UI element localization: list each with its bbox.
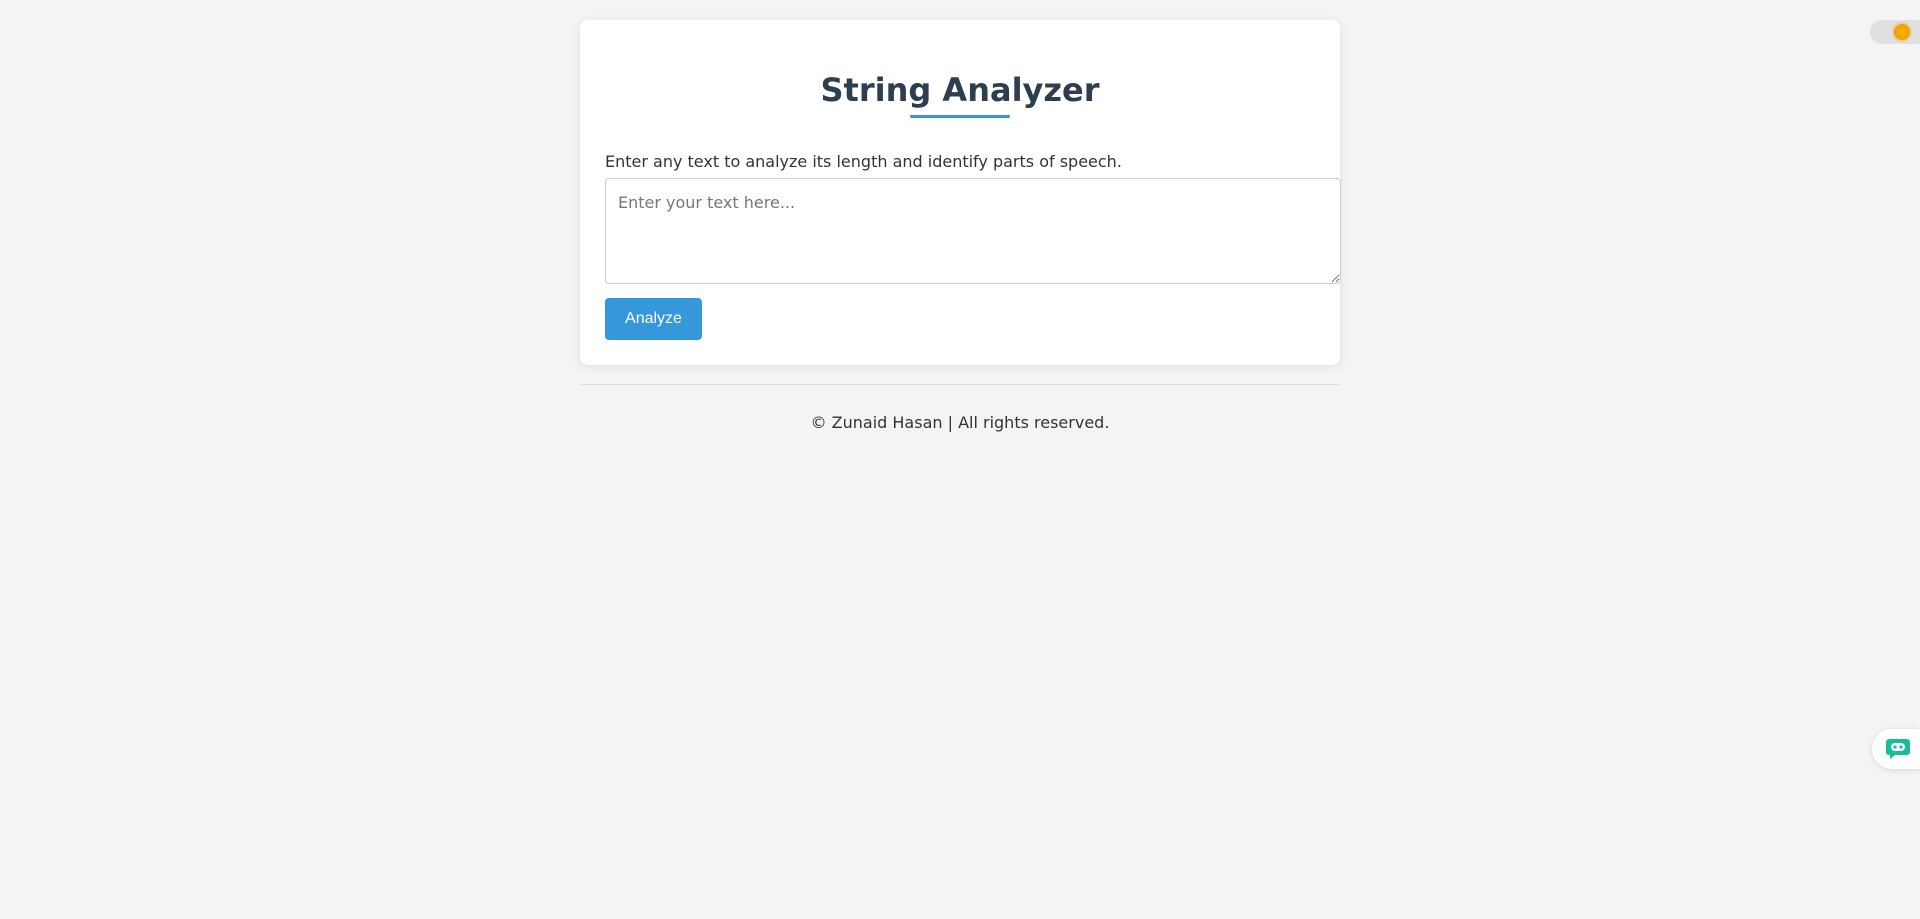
- title-underline: [910, 115, 1010, 118]
- sun-icon: [1894, 24, 1910, 40]
- text-input[interactable]: [605, 178, 1341, 284]
- page-title: String Analyzer: [820, 71, 1100, 109]
- analyzer-card: String Analyzer Enter any text to analyz…: [580, 20, 1341, 365]
- chat-bot-icon: [1886, 739, 1910, 759]
- description-text: Enter any text to analyze its length and…: [605, 152, 1122, 171]
- analyze-button[interactable]: Analyze: [605, 298, 702, 340]
- chat-widget-button[interactable]: [1872, 729, 1920, 769]
- footer-text: © Zunaid Hasan | All rights reserved.: [810, 413, 1110, 432]
- theme-toggle[interactable]: [1870, 20, 1920, 44]
- footer-divider: [580, 384, 1340, 385]
